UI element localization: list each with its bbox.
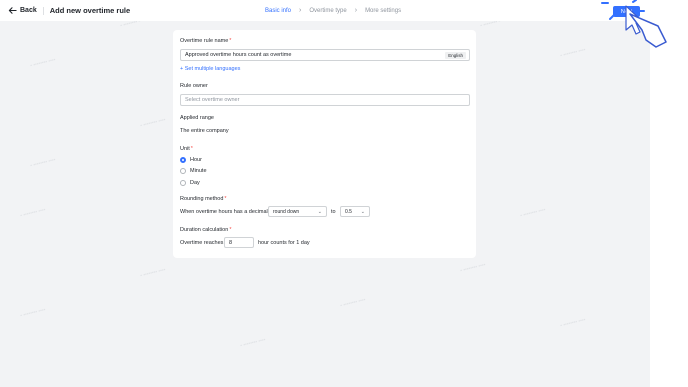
form-card: Overtime rule name* Approved overtime ho…	[173, 30, 476, 258]
rounding-label-text: Rounding method	[180, 196, 224, 202]
header-divider	[42, 6, 44, 15]
unit-option-label: Hour	[190, 157, 202, 163]
unit-option-minute[interactable]: Minute	[180, 168, 207, 174]
rounding-connector: to	[331, 209, 336, 215]
duration-prefix: Overtime reaches	[180, 240, 224, 246]
rounding-prefix: When overtime hours has a decimal	[180, 209, 268, 215]
applied-range-value: The entire company	[180, 128, 229, 134]
required-asterisk: *	[229, 38, 232, 44]
step-basic-info[interactable]: Basic info	[265, 8, 291, 14]
rounding-method-select[interactable]: round down ⌄	[268, 206, 327, 217]
radio-unchecked-icon	[180, 180, 186, 186]
rounding-label: Rounding method*	[180, 196, 227, 202]
right-margin	[650, 0, 688, 387]
step-navigation: Basic info › Overtime type › More settin…	[265, 0, 401, 21]
duration-suffix: hour counts for 1 day	[258, 240, 310, 246]
unit-option-label: Minute	[190, 168, 207, 174]
rounding-step-value: 0.5	[345, 208, 352, 215]
duration-hours-input[interactable]: 8	[224, 237, 254, 248]
arrow-left-icon	[8, 7, 17, 14]
required-asterisk: *	[224, 196, 227, 202]
click-cursor-icon	[601, 0, 667, 48]
unit-option-hour[interactable]: Hour	[180, 157, 202, 163]
radio-unchecked-icon	[180, 168, 186, 174]
unit-label: Unit*	[180, 146, 193, 152]
unit-option-day[interactable]: Day	[180, 180, 200, 186]
multi-lang-link-text: Set multiple languages	[184, 66, 241, 72]
unit-option-label: Day	[190, 180, 200, 186]
language-tag[interactable]: English	[445, 52, 466, 59]
rule-name-input[interactable]: Approved overtime hours count as overtim…	[180, 49, 470, 61]
chevron-down-icon: ⌄	[360, 208, 365, 215]
duration-label: Duration calculation*	[180, 227, 231, 233]
back-button[interactable]: Back	[8, 6, 37, 15]
set-multiple-languages-link[interactable]: + Set multiple languages	[180, 66, 240, 72]
required-asterisk: *	[190, 146, 193, 152]
rounding-step-select[interactable]: 0.5 ⌄	[340, 206, 370, 217]
rounding-method-value: round down	[273, 208, 300, 215]
rule-owner-select[interactable]: Select overtime owner	[180, 94, 470, 106]
chevron-right-icon: ›	[299, 7, 302, 14]
rule-name-value: Approved overtime hours count as overtim…	[185, 52, 292, 58]
back-label: Back	[20, 7, 37, 14]
chevron-down-icon: ⌄	[317, 208, 322, 215]
rule-owner-placeholder: Select overtime owner	[185, 97, 240, 103]
duration-hours-value: 8	[229, 239, 233, 246]
rule-name-label-text: Overtime rule name	[180, 38, 229, 44]
rule-owner-label: Rule owner	[180, 83, 208, 89]
rule-name-label: Overtime rule name*	[180, 38, 231, 44]
chevron-right-icon: ›	[354, 7, 358, 14]
required-asterisk: *	[229, 227, 232, 233]
page-title: Add new overtime rule	[49, 6, 131, 15]
applied-range-label: Applied range	[180, 115, 214, 121]
radio-checked-icon	[180, 157, 186, 163]
step-more-settings[interactable]: More settings	[365, 8, 401, 14]
step-overtime-type[interactable]: Overtime type	[309, 8, 346, 14]
duration-label-text: Duration calculation	[180, 227, 229, 233]
unit-label-text: Unit	[180, 146, 190, 152]
